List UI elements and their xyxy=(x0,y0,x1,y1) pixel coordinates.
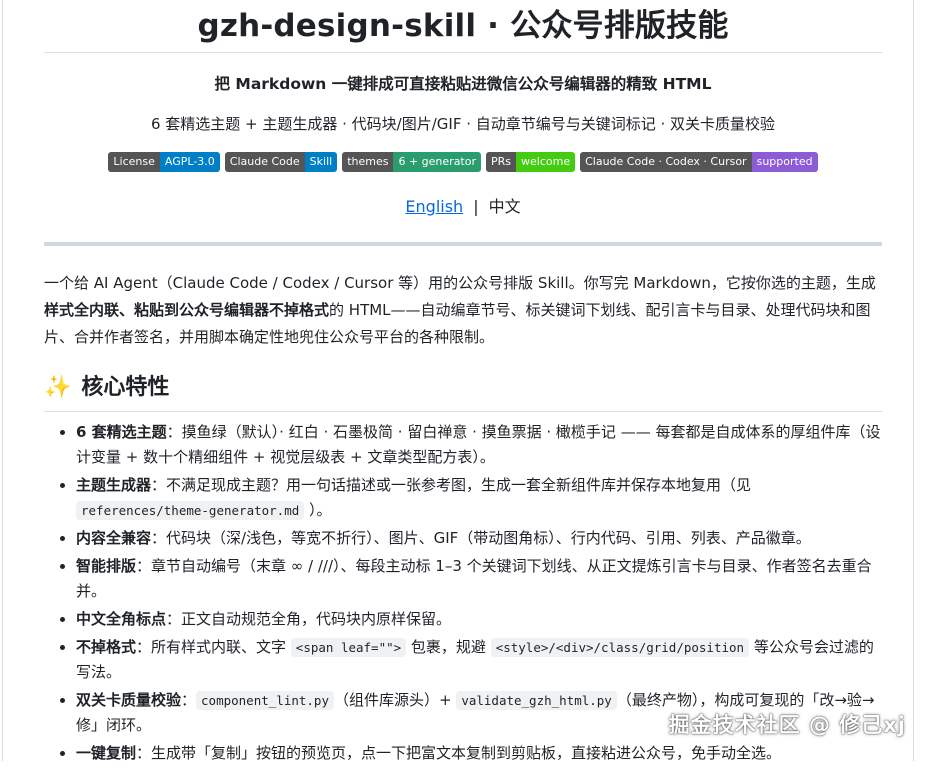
right-border xyxy=(913,0,914,761)
language-switch: English | 中文 xyxy=(44,196,882,218)
inline-code: <style>/<div>/class/grid/position xyxy=(490,638,750,657)
list-item: 内容全兼容：代码块（深/浅色，等宽不折行）、图片、GIF（带动图角标）、行内代码… xyxy=(76,526,882,551)
intro-paragraph: 一个给 AI Agent（Claude Code / Codex / Curso… xyxy=(44,270,882,351)
list-item: 智能排版：章节自动编号（末章 ∞ / ///）、每段主动标 1–3 个关键词下划… xyxy=(76,554,882,604)
list-item: 一键复制：生成带「复制」按钮的预览页，点一下把富文本复制到剪贴板，直接粘进公众号… xyxy=(76,741,882,766)
inline-code: validate_gzh_html.py xyxy=(456,691,617,710)
prs-badge[interactable]: PRs welcome xyxy=(486,152,576,172)
inline-code: references/theme-generator.md xyxy=(76,501,305,520)
feature-desc: ：不满足现成主题？用一句话描述或一张参考图，生成一套全新组件库并保存本地复用（见 xyxy=(151,476,752,494)
tagline: 把 Markdown 一键排成可直接粘贴进微信公众号编辑器的精致 HTML xyxy=(214,75,712,93)
supported-badge[interactable]: Claude Code · Codex · Cursor supported xyxy=(580,152,818,172)
badge-label: Claude Code xyxy=(224,152,305,172)
feature-name: 双关卡质量校验 xyxy=(76,691,182,709)
badge-label: themes xyxy=(342,152,394,172)
feature-desc: ：章节自动编号（末章 ∞ / ///）、每段主动标 1–3 个关键词下划线、从正… xyxy=(76,557,872,600)
themes-badge[interactable]: themes 6 + generator xyxy=(342,152,481,172)
intro-text-1: 一个给 AI Agent（Claude Code / Codex / Curso… xyxy=(44,274,876,292)
feature-name: 内容全兼容 xyxy=(76,529,152,547)
inline-code: component_lint.py xyxy=(196,691,334,710)
list-item: 主题生成器：不满足现成主题？用一句话描述或一张参考图，生成一套全新组件库并保存本… xyxy=(76,473,882,523)
badge-value: 6 + generator xyxy=(393,152,481,172)
section-title: 核心特性 xyxy=(81,375,170,400)
feature-desc: ：生成带「复制」按钮的预览页，点一下把富文本复制到剪贴板，直接粘进公众号，免手动… xyxy=(136,744,782,762)
feature-desc: ：正文自动规范全角，代码块内原样保留。 xyxy=(166,610,452,628)
claude-code-badge[interactable]: Claude Code Skill xyxy=(224,152,338,172)
badge-value: Skill xyxy=(304,152,338,172)
feature-desc: ：摸鱼绿（默认）· 红白 · 石墨极简 · 留白禅意 · 摸鱼票据 · 橄榄手记… xyxy=(76,423,881,466)
feature-desc: ）。 xyxy=(304,501,332,519)
list-item: 不掉格式：所有样式内联、文字 <span leaf=""> 包裹，规避 <sty… xyxy=(76,635,882,685)
license-badge[interactable]: License AGPL-3.0 xyxy=(108,152,220,172)
feature-desc: （组件库源头）+ xyxy=(333,691,457,709)
sparkles-icon: ✨ xyxy=(44,375,72,400)
feature-name: 一键复制 xyxy=(76,744,137,762)
feature-desc: ：代码块（深/浅色，等宽不折行）、图片、GIF（带动图角标）、行内代码、引用、列… xyxy=(151,529,811,547)
list-item: 中文全角标点：正文自动规范全角，代码块内原样保留。 xyxy=(76,607,882,632)
divider xyxy=(44,242,882,246)
badge-value: AGPL-3.0 xyxy=(159,152,220,172)
feature-name: 6 套精选主题 xyxy=(76,423,167,441)
left-border xyxy=(2,0,3,761)
intro-bold: 样式全内联、粘贴到公众号编辑器不掉格式 xyxy=(44,301,330,319)
badge-row: License AGPL-3.0 Claude Code Skill themes 6… xyxy=(44,152,882,172)
feature-name: 中文全角标点 xyxy=(76,610,167,628)
readme-content: gzh-design-skill · 公众号排版技能 把 Markdown 一键… xyxy=(44,0,882,769)
feature-name: 智能排版 xyxy=(76,557,137,575)
badge-label: PRs xyxy=(486,152,517,172)
watermark: 掘金技术社区 @ 修己xj xyxy=(668,713,906,737)
feature-name: 不掉格式 xyxy=(76,638,137,656)
feature-name: 主题生成器 xyxy=(76,476,152,494)
badge-value: welcome xyxy=(516,152,576,172)
english-link[interactable]: English xyxy=(405,197,463,216)
lang-separator: | xyxy=(473,197,479,216)
badge-label: Claude Code · Codex · Cursor xyxy=(580,152,752,172)
feature-desc: 包裹，规避 xyxy=(406,638,491,656)
feature-desc: ：所有样式内联、文字 xyxy=(136,638,291,656)
badge-value: supported xyxy=(751,152,818,172)
inline-code: <span leaf=""> xyxy=(290,638,407,657)
section-heading: ✨ 核心特性 xyxy=(44,369,882,412)
chinese-label: 中文 xyxy=(488,197,521,216)
features-summary: 6 套精选主题 + 主题生成器 · 代码块/图片/GIF · 自动章节编号与关键… xyxy=(150,115,776,133)
badge-label: License xyxy=(108,152,160,172)
page-title: gzh-design-skill · 公众号排版技能 xyxy=(44,0,882,53)
feature-desc: ： xyxy=(181,691,197,709)
list-item: 6 套精选主题：摸鱼绿（默认）· 红白 · 石墨极简 · 留白禅意 · 摸鱼票据… xyxy=(76,420,882,470)
